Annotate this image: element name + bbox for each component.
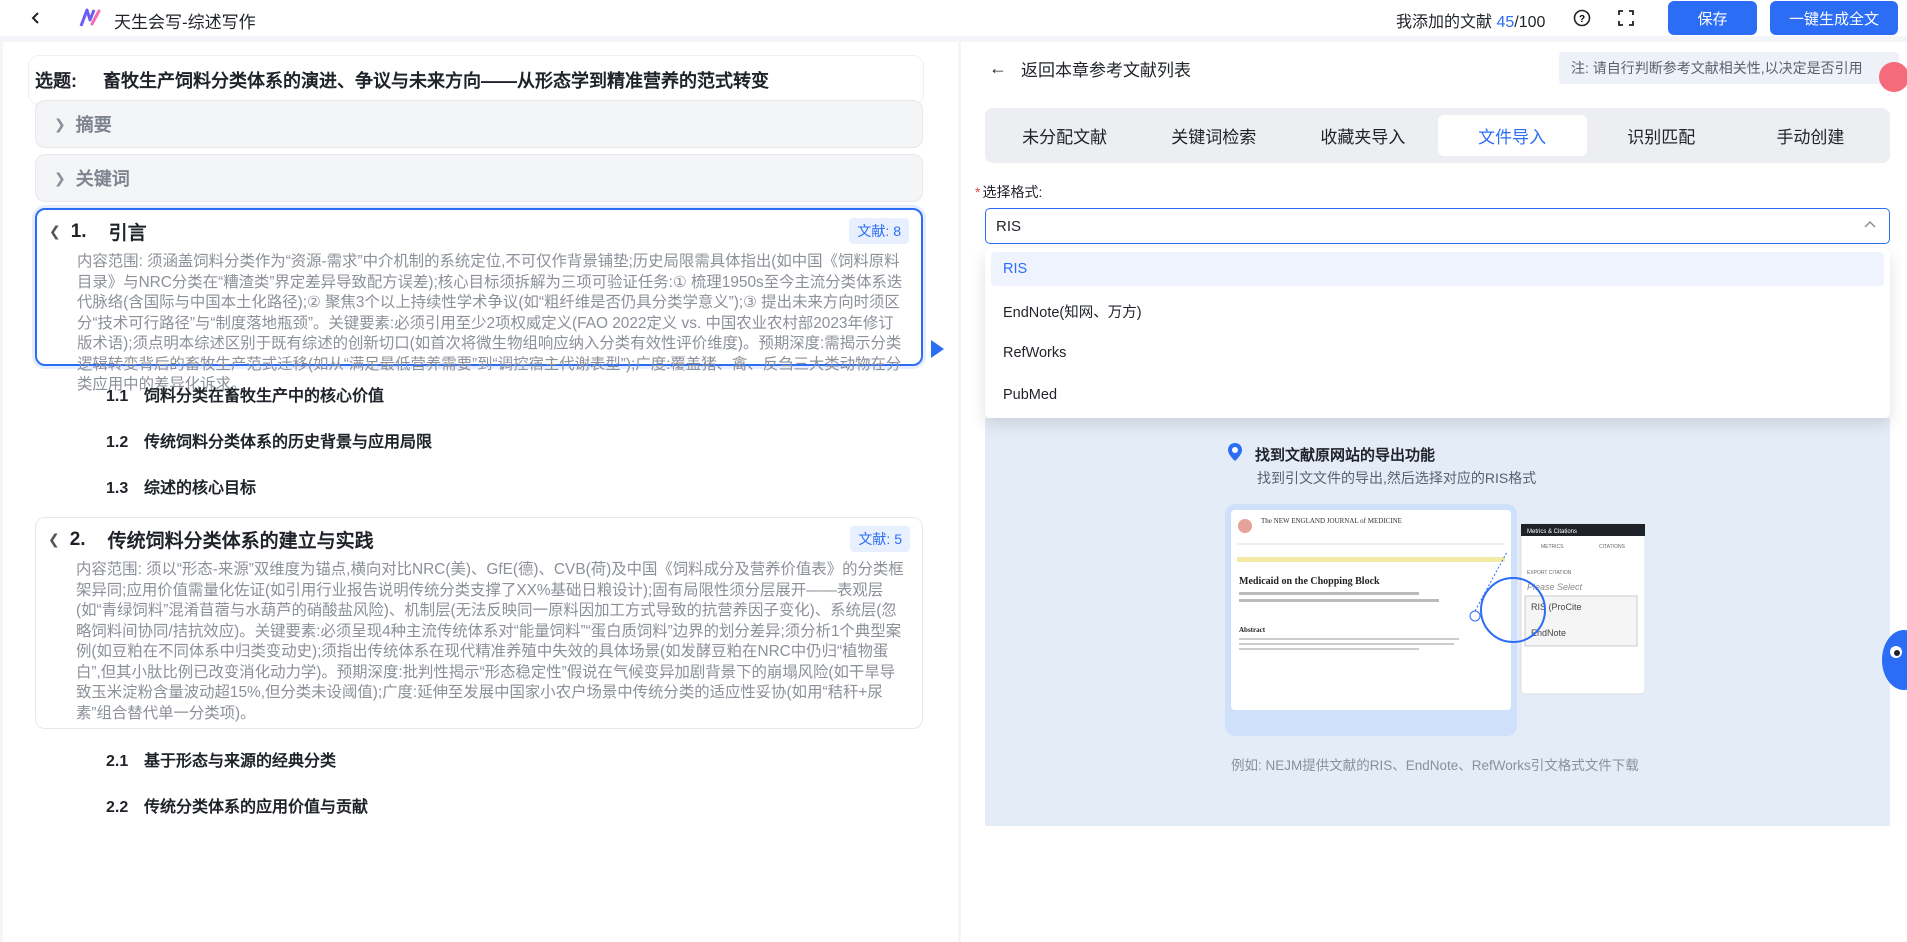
subsection-title: 基于形态与来源的经典分类 (144, 753, 337, 770)
subsection-number: 1.2 (106, 434, 129, 451)
assistant-avatar[interactable] (1879, 62, 1907, 92)
format-label-text: 选择格式: (982, 184, 1043, 200)
section-header[interactable]: ❮ 1. 引言 (49, 218, 147, 245)
mascot-icon[interactable] (1880, 628, 1907, 692)
doc-count-label: 我添加的文献 (1396, 14, 1493, 31)
subsection-title: 传统分类体系的应用价值与贡献 (144, 799, 369, 816)
topic-bar: 选题: 畜牧生产饲料分类体系的演进、争议与未来方向——从形态学到精准营养的范式转… (29, 56, 923, 104)
save-button[interactable]: 保存 (1668, 1, 1757, 35)
subsection-title: 饲料分类在畜牧生产中的核心价值 (144, 388, 385, 405)
format-option-refworks[interactable]: RefWorks (991, 336, 1884, 370)
format-option-ris[interactable]: RIS (991, 252, 1884, 286)
chevron-right-icon: ❯ (54, 115, 66, 132)
export-illustration: The NEW ENGLAND JOURNAL of MEDICINE Medi… (1225, 504, 1646, 736)
find-title-text: 找到文献原网站的导出功能 (1255, 446, 1436, 464)
tab-unassigned[interactable]: 未分配文献 (990, 115, 1139, 156)
subsection-1-1[interactable]: 1.1 饲料分类在畜牧生产中的核心价值 (106, 382, 384, 406)
relevance-note: 注: 请自行判断参考文献相关性,以决定是否引用 (1559, 52, 1899, 84)
find-export-title: 找到文献原网站的导出功能 (1225, 442, 1435, 466)
section-card-1[interactable]: ❮ 1. 引言 文献: 8 内容范围: 须涵盖饲料分类作为“资源-需求”中介机制… (35, 208, 923, 393)
tab-recognize-match[interactable]: 识别匹配 (1587, 115, 1736, 156)
section-number: 1. (70, 220, 87, 242)
chevron-up-icon (1863, 217, 1877, 234)
subsection-2-2[interactable]: 2.2 传统分类体系的应用价值与贡献 (106, 793, 368, 817)
chevron-down-icon[interactable]: ❮ (49, 223, 61, 240)
section-header[interactable]: ❮ 2. 传统饲料分类体系的建立与实践 (48, 526, 374, 553)
export-citation-label: EXPORT CITATION (1527, 570, 1572, 576)
section-content: 内容范围: 须涵盖饲料分类作为“资源-需求”中介机制的系统定位,不可仅作背景铺垫… (77, 253, 903, 393)
doc-count-current: 45 (1496, 14, 1515, 31)
subsection-number: 1.1 (106, 388, 129, 405)
format-select[interactable]: RIS (985, 208, 1890, 244)
outline-panel: 选题: 畜牧生产饲料分类体系的演进、争议与未来方向——从形态学到精准营养的范式转… (3, 42, 958, 942)
abstract-collapse[interactable]: ❯ 摘要 (35, 100, 923, 148)
tab-file-import[interactable]: 文件导入 (1437, 115, 1587, 156)
topic-title: 畜牧生产饲料分类体系的演进、争议与未来方向——从形态学到精准营养的范式转变 (103, 71, 769, 91)
section-card-2[interactable]: ❮ 2. 传统饲料分类体系的建立与实践 文献: 5 内容范围: 须以“形态-来源… (35, 517, 923, 729)
subsection-number: 2.2 (106, 799, 129, 816)
find-export-desc: 找到引文文件的导出,然后选择对应的RIS格式 (1257, 470, 1537, 486)
tab-keyword-search[interactable]: 关键词检索 (1139, 115, 1288, 156)
arrow-left-icon: ← (989, 58, 1007, 78)
chevron-down-icon[interactable]: ❮ (48, 531, 60, 548)
keywords-collapse[interactable]: ❯ 关键词 (35, 154, 923, 202)
chevron-right-icon: ❯ (54, 169, 66, 186)
section-title: 引言 (108, 223, 147, 244)
example-caption: 例如: NEJM提供文献的RIS、EndNote、RefWorks引文格式文件下… (1231, 758, 1639, 773)
section-content: 内容范围: 须以“形态-来源”双维度为锚点,横向对比NRC(美)、GfE(德)、… (76, 561, 904, 722)
subsection-1-3[interactable]: 1.3 综述的核心目标 (106, 474, 256, 498)
app-logo (78, 6, 102, 30)
keywords-label: 关键词 (75, 169, 130, 189)
subsection-title: 综述的核心目标 (144, 480, 257, 497)
format-option-pubmed[interactable]: PubMed (991, 378, 1884, 412)
back-icon[interactable] (24, 6, 48, 30)
format-option-endnote[interactable]: EndNote(知网、万方) (991, 294, 1884, 328)
top-bar: 天生会写-综述写作 我添加的文献 45/100 ? 保存 一键生成全文 (0, 0, 1907, 36)
return-to-list-link[interactable]: ← 返回本章参考文献列表 (989, 56, 1191, 81)
reference-panel: ← 返回本章参考文献列表 注: 请自行判断参考文献相关性,以决定是否引用 未分配… (961, 42, 1907, 942)
svg-text:?: ? (1579, 14, 1585, 25)
help-icon[interactable]: ? (1572, 8, 1592, 28)
format-label: * 选择格式: (975, 182, 1042, 202)
collapse-panel-icon[interactable] (928, 338, 946, 360)
doc-count: 我添加的文献 45/100 (1396, 8, 1545, 32)
format-dropdown: RIS EndNote(知网、万方) RefWorks PubMed (985, 248, 1890, 418)
section-title: 传统饲料分类体系的建立与实践 (107, 531, 374, 552)
subsection-title: 传统饲料分类体系的历史背景与应用局限 (144, 434, 433, 451)
section-number: 2. (69, 528, 86, 550)
tab-favorites-import[interactable]: 收藏夹导入 (1288, 115, 1437, 156)
import-tabs: 未分配文献 关键词检索 收藏夹导入 文件导入 识别匹配 手动创建 (985, 108, 1890, 163)
article-title: Medicaid on the Chopping Block (1239, 576, 1380, 587)
return-label: 返回本章参考文献列表 (1021, 61, 1191, 80)
location-pin-icon (1225, 442, 1245, 466)
metrics-panel-title: Metrics & Citations (1527, 529, 1577, 535)
ris-option-text: RIS (ProCite (1531, 602, 1582, 612)
metrics-tab: METRICS (1541, 544, 1564, 550)
subsection-number: 2.1 (106, 753, 129, 770)
reference-count-badge[interactable]: 文献: 5 (850, 526, 910, 552)
citations-tab: CITATIONS (1599, 544, 1626, 550)
subsection-number: 1.3 (106, 480, 129, 497)
subsection-2-1[interactable]: 2.1 基于形态与来源的经典分类 (106, 747, 336, 771)
reference-count-badge[interactable]: 文献: 8 (849, 218, 909, 244)
required-marker: * (975, 184, 981, 200)
app-title: 天生会写-综述写作 (114, 13, 256, 32)
topic-label: 选题: (35, 71, 77, 91)
fullscreen-icon[interactable] (1616, 8, 1636, 28)
abstract-label: 摘要 (75, 115, 112, 135)
generate-full-text-button[interactable]: 一键生成全文 (1770, 1, 1898, 35)
journal-name: The NEW ENGLAND JOURNAL of MEDICINE (1261, 517, 1402, 525)
tab-manual-create[interactable]: 手动创建 (1736, 115, 1885, 156)
format-select-value: RIS (996, 217, 1022, 235)
subsection-1-2[interactable]: 1.2 传统饲料分类体系的历史背景与应用局限 (106, 428, 432, 452)
doc-count-total: /100 (1514, 14, 1546, 31)
abstract-heading: Abstract (1239, 626, 1266, 634)
